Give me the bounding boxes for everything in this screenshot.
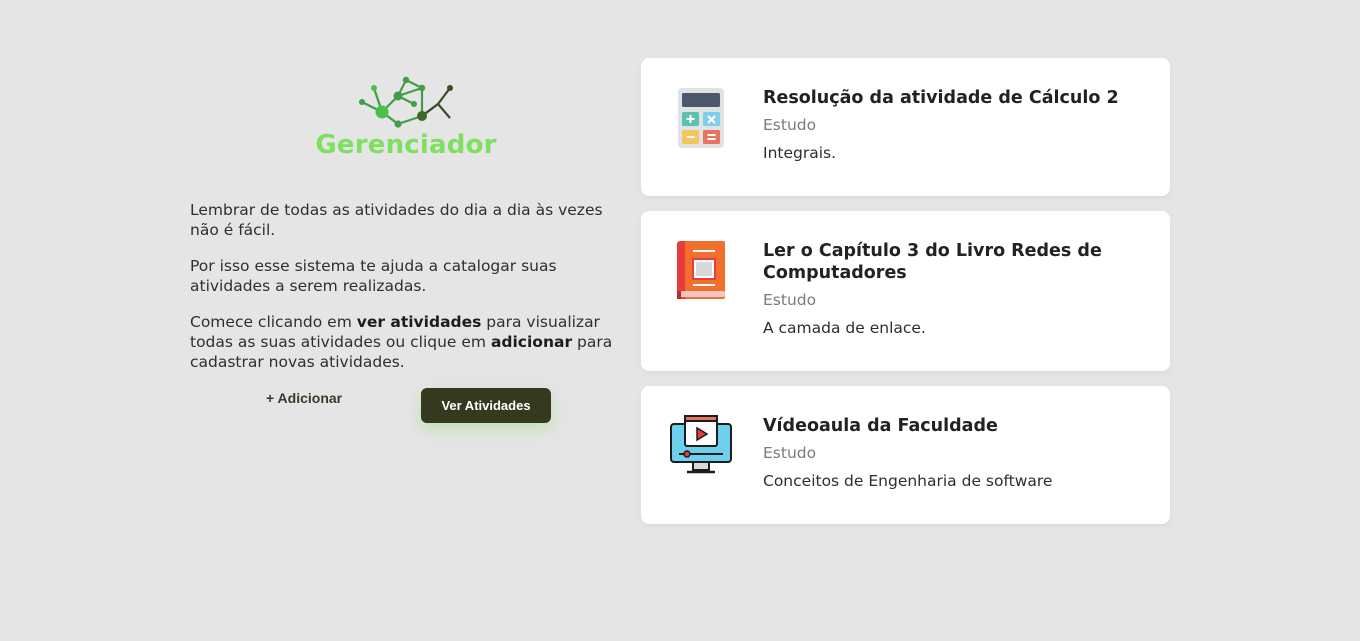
activity-description: Integrais. [763, 144, 837, 162]
activity-title: Ler o Capítulo 3 do Livro Redes de Compu… [763, 241, 1102, 283]
add-activity-button[interactable]: + Adicionar [266, 390, 342, 406]
intro-text: Comece clicando em [190, 313, 357, 331]
book-icon [677, 241, 725, 299]
network-logo-icon [359, 76, 453, 128]
intro-emphasis-add: adicionar [490, 333, 573, 351]
calculator-icon [678, 88, 724, 148]
activity-category: Estudo [763, 291, 817, 309]
intro-paragraph-1: Lembrar de todas as atividades do dia a … [190, 201, 603, 239]
brand-name: Gerenciador [315, 130, 497, 160]
activity-card[interactable]: Vídeoaula da Faculdade Estudo Conceitos … [641, 386, 1170, 524]
activity-card[interactable]: Ler o Capítulo 3 do Livro Redes de Compu… [641, 211, 1170, 371]
activity-description: Conceitos de Engenharia de software [763, 472, 1053, 490]
view-activities-button[interactable]: Ver Atividades [421, 388, 551, 423]
activity-title: Vídeoaula da Faculdade [763, 416, 998, 436]
intro-panel: Gerenciador Lembrar de todas as atividad… [190, 70, 622, 448]
intro-emphasis-view: ver atividades [356, 313, 482, 331]
activity-list: Resolução da atividade de Cálculo 2 Estu… [641, 58, 1170, 539]
action-buttons: + Adicionar Ver Atividades [190, 388, 622, 448]
intro-paragraph-3: Comece clicando em ver atividades para v… [190, 312, 622, 372]
activity-description: A camada de enlace. [763, 319, 926, 337]
activity-title: Resolução da atividade de Cálculo 2 [763, 88, 1119, 108]
intro-paragraph-2: Por isso esse sistema te ajuda a catalog… [190, 257, 557, 295]
video-lesson-icon [670, 415, 732, 474]
activity-card[interactable]: Resolução da atividade de Cálculo 2 Estu… [641, 58, 1170, 196]
app-logo: Gerenciador [190, 70, 622, 170]
activity-category: Estudo [763, 116, 817, 134]
activity-category: Estudo [763, 444, 817, 462]
